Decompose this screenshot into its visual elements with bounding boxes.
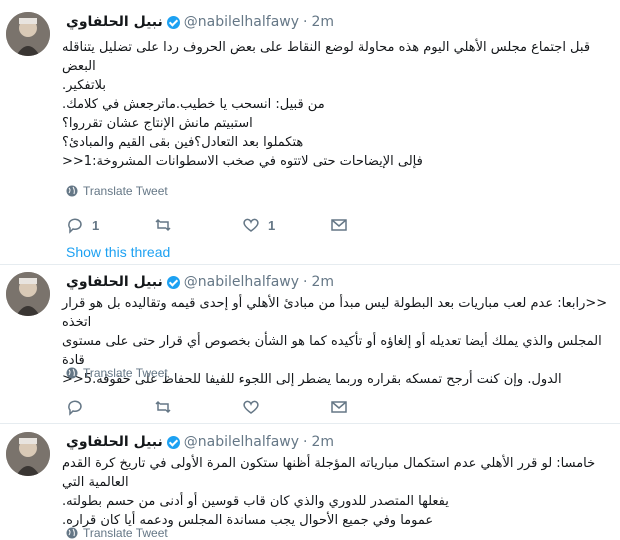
reply-count: 1 [92, 217, 100, 233]
retweet-icon [155, 218, 171, 232]
heart-icon [243, 400, 259, 414]
separator-dot: · [303, 14, 308, 30]
display-name[interactable]: نبيل الحلفاوي [66, 14, 163, 30]
tweet[interactable]: نبيل الحلفاوي @nabilelhalfawy · 2m <<راب… [0, 272, 620, 422]
tweet-text: خامسا: لو قرر الأهلي عدم استكمال مباريات… [62, 454, 612, 530]
tweet-header: نبيل الحلفاوي @nabilelhalfawy · 2m [66, 432, 606, 452]
reply-button[interactable]: 1 [66, 216, 99, 234]
mail-icon [331, 401, 347, 413]
direct-message-button[interactable] [330, 216, 348, 234]
tweet-text-line: قبل اجتماع مجلس الأهلي اليوم هذه محاولة … [62, 40, 591, 74]
heart-icon [243, 218, 259, 232]
like-button[interactable]: 1 [242, 216, 275, 234]
tweet-text-line: خامسا: لو قرر الأهلي عدم استكمال مباريات… [62, 456, 596, 490]
separator-dot: · [303, 274, 308, 290]
translate-label: Translate Tweet [83, 526, 168, 540]
like-button[interactable] [242, 398, 268, 416]
avatar[interactable] [6, 432, 50, 476]
tweet-text-line: من قبيل: انسحب يا خطيب.ماترجعش في كلامك. [62, 97, 325, 112]
tweet-actions: 1 1 [66, 216, 566, 236]
tweet-divider [0, 423, 620, 424]
separator-dot: · [303, 434, 308, 450]
reply-icon [68, 218, 82, 234]
timestamp[interactable]: 2m [311, 14, 334, 30]
tweet-text-line: المجلس والذي يملك أيضا تعديله أو إلغاؤه … [62, 334, 602, 368]
user-handle[interactable]: @nabilelhalfawy [184, 14, 299, 30]
tweet-text: قبل اجتماع مجلس الأهلي اليوم هذه محاولة … [62, 38, 612, 171]
user-handle[interactable]: @nabilelhalfawy [184, 274, 299, 290]
translate-label: Translate Tweet [83, 366, 168, 380]
direct-message-button[interactable] [330, 398, 348, 416]
globe-icon [66, 367, 78, 379]
avatar[interactable] [6, 272, 50, 316]
tweet-text-line: بلاتفكير. [62, 78, 106, 93]
tweet-header: نبيل الحلفاوي @nabilelhalfawy · 2m [66, 12, 606, 32]
retweet-icon [155, 400, 171, 414]
globe-icon [66, 527, 78, 539]
display-name[interactable]: نبيل الحلفاوي [66, 434, 163, 450]
tweet-header: نبيل الحلفاوي @nabilelhalfawy · 2m [66, 272, 606, 292]
reply-button[interactable] [66, 398, 92, 416]
translate-tweet-link[interactable]: Translate Tweet [66, 184, 168, 198]
timestamp[interactable]: 2m [311, 434, 334, 450]
tweet-divider [0, 264, 620, 265]
avatar[interactable] [6, 12, 50, 56]
tweet-text-line: <<رابعا: عدم لعب مباريات بعد البطولة ليس… [62, 296, 608, 330]
reply-icon [68, 400, 82, 416]
retweet-button[interactable] [154, 398, 180, 416]
user-handle[interactable]: @nabilelhalfawy [184, 434, 299, 450]
globe-icon [66, 185, 78, 197]
tweet-text-line: فإلى الإيضاحات حتى لاتتوه في صخب الاسطوا… [62, 154, 423, 169]
show-thread-link[interactable]: Show this thread [66, 244, 170, 260]
verified-badge-icon [166, 15, 180, 29]
tweet-feed: نبيل الحلفاوي @nabilelhalfawy · 2m قبل ا… [0, 0, 620, 540]
mail-icon [331, 219, 347, 231]
translate-tweet-link[interactable]: Translate Tweet [66, 366, 168, 380]
tweet-actions [66, 398, 566, 418]
retweet-button[interactable] [154, 216, 180, 234]
translate-tweet-link[interactable]: Translate Tweet [66, 526, 168, 540]
translate-label: Translate Tweet [83, 184, 168, 198]
tweet[interactable]: نبيل الحلفاوي @nabilelhalfawy · 2m قبل ا… [0, 12, 620, 267]
display-name[interactable]: نبيل الحلفاوي [66, 274, 163, 290]
verified-badge-icon [166, 275, 180, 289]
tweet[interactable]: نبيل الحلفاوي @nabilelhalfawy · 2m خامسا… [0, 432, 620, 540]
verified-badge-icon [166, 435, 180, 449]
tweet-text-line: استبيتم مانش الإنتاج عشان تقرروا؟ [62, 116, 253, 131]
tweet-text-line: هتكملوا بعد التعادل؟فين بقى القيم والمبا… [62, 135, 304, 150]
tweet-text-line: يفعلها المتصدر للدوري والذي كان قاب قوسي… [62, 494, 449, 509]
timestamp[interactable]: 2m [311, 274, 334, 290]
like-count: 1 [268, 217, 276, 233]
